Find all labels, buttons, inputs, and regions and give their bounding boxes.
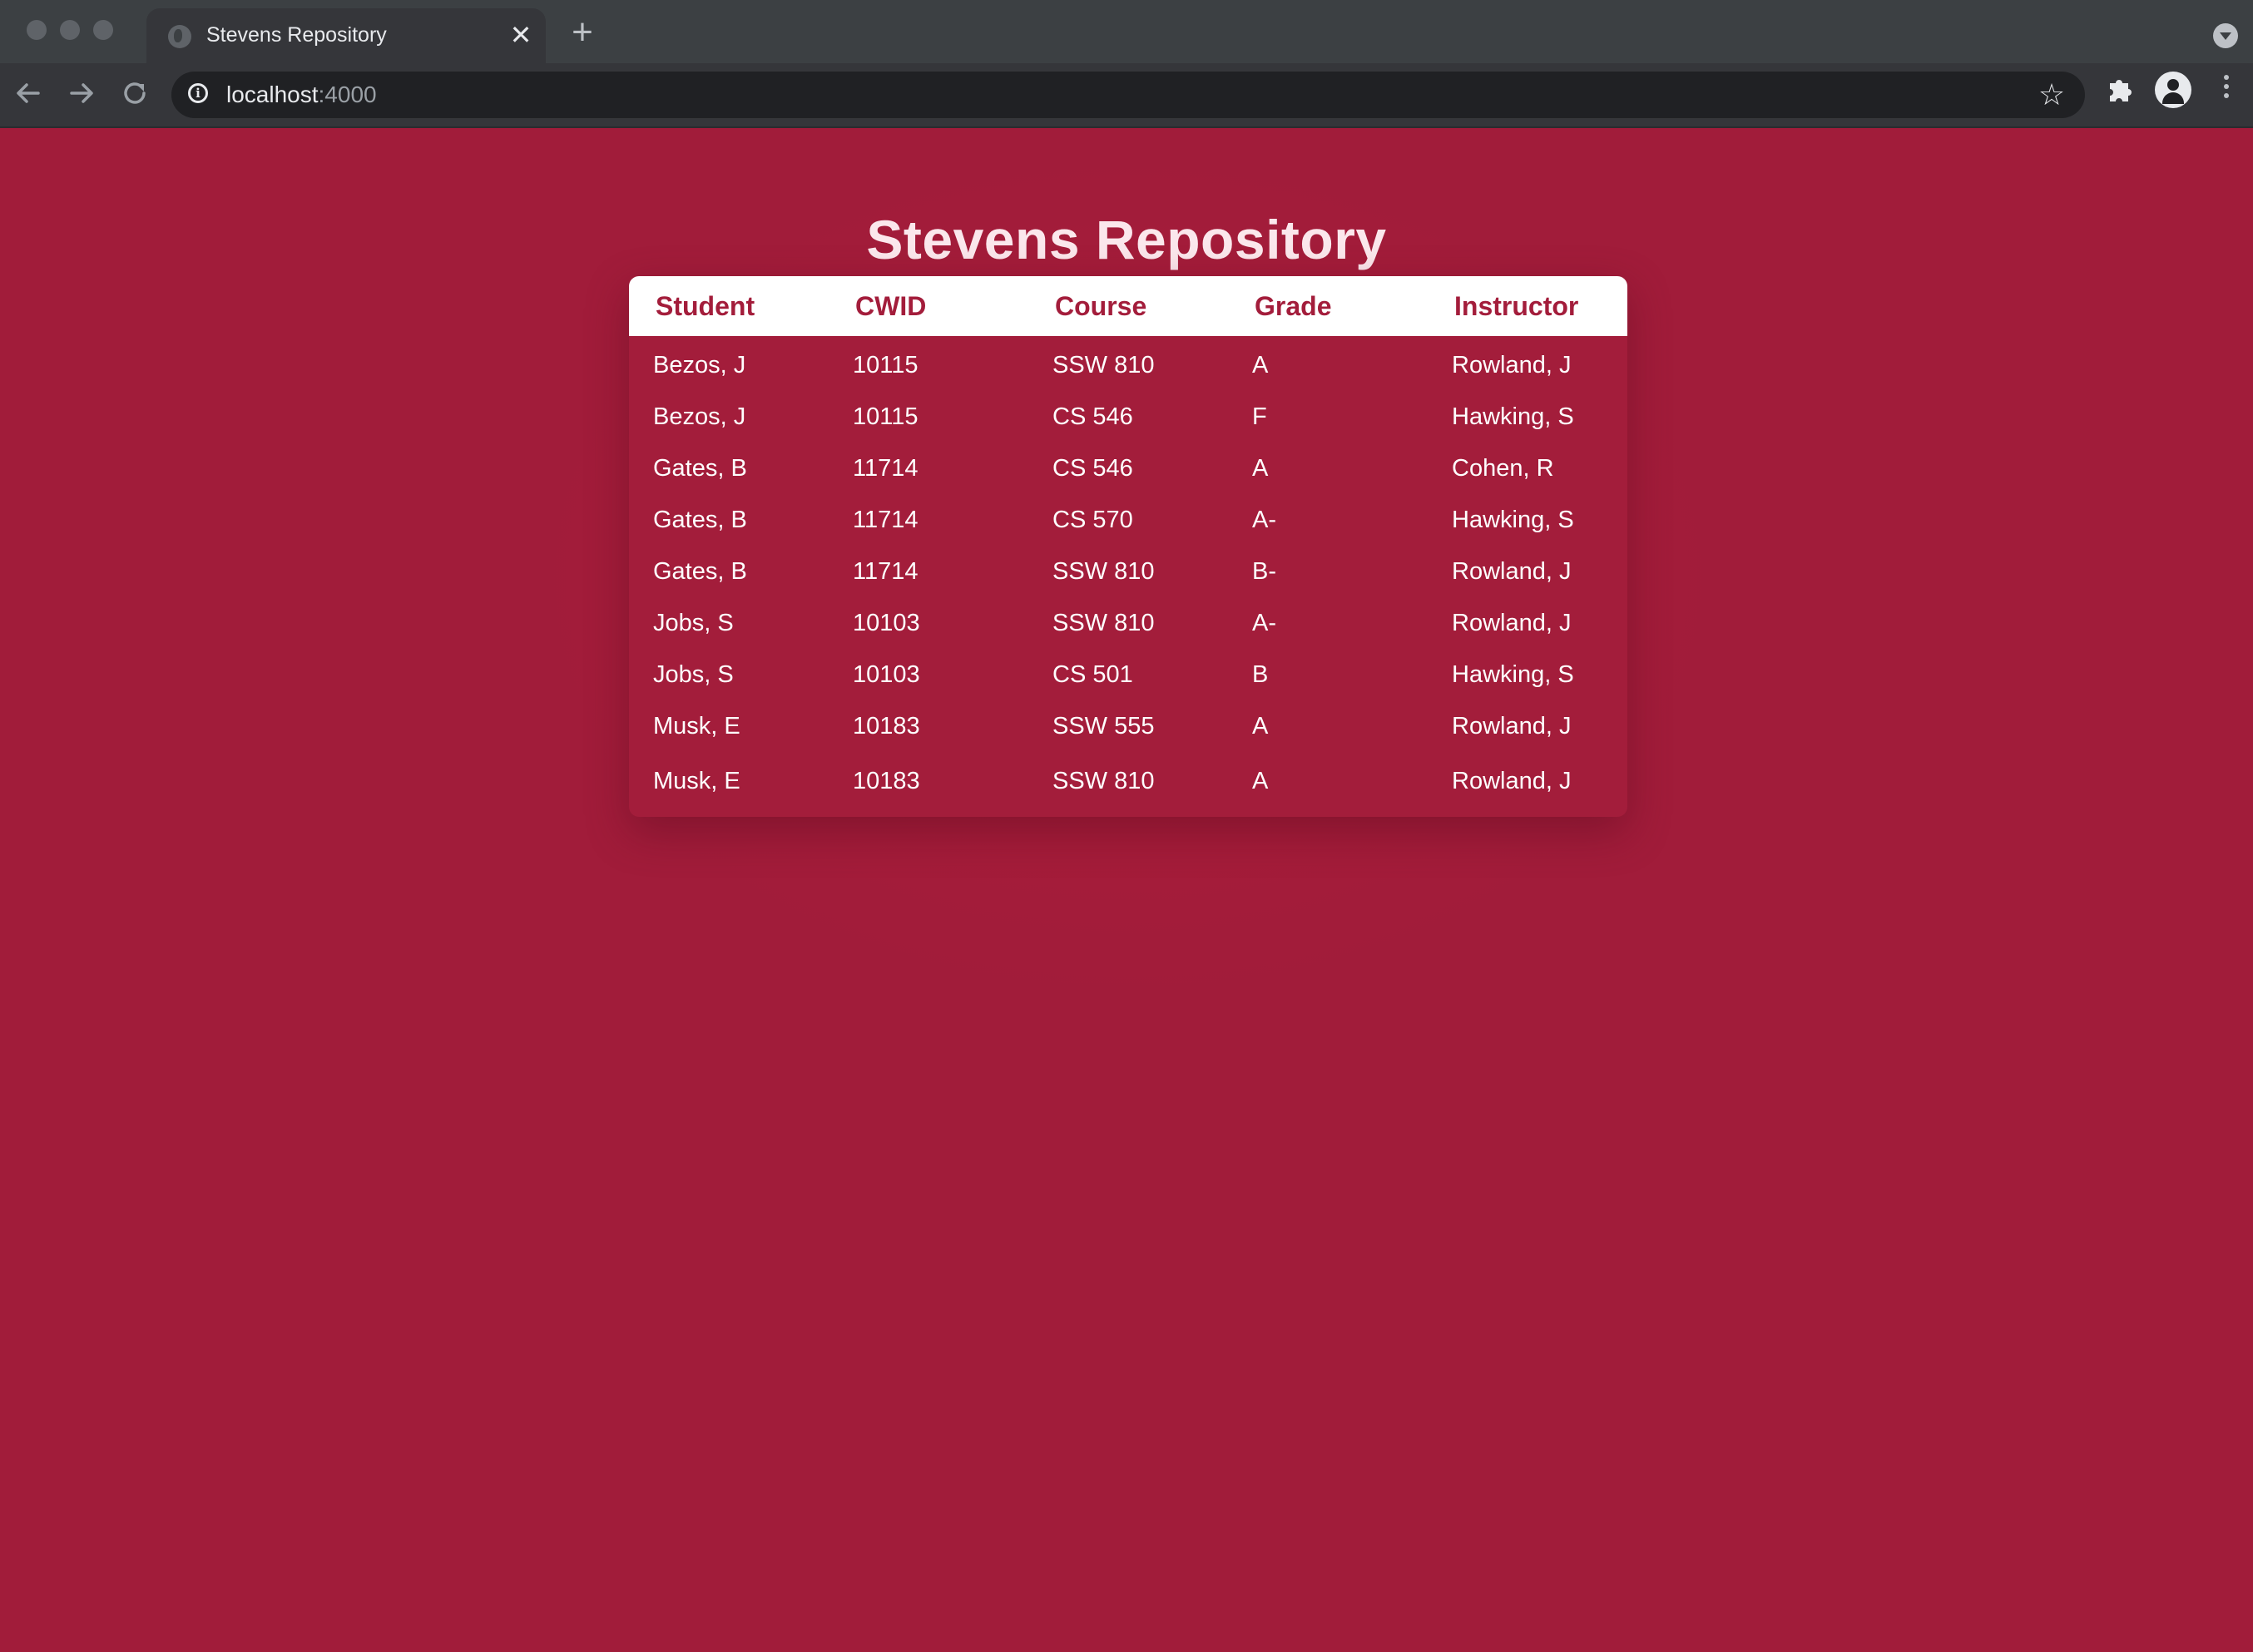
table-header-row: Student CWID Course Grade Instructor bbox=[629, 276, 1627, 336]
cell-grade: A bbox=[1252, 454, 1269, 482]
cell-cwid: 11714 bbox=[853, 506, 919, 533]
cell-instructor: Hawking, S bbox=[1452, 506, 1574, 533]
cell-course: SSW 810 bbox=[1052, 557, 1155, 585]
cell-instructor: Rowland, J bbox=[1452, 767, 1572, 794]
cell-cwid: 10183 bbox=[853, 712, 920, 739]
cell-instructor: Rowland, J bbox=[1452, 609, 1572, 636]
kebab-menu-icon[interactable] bbox=[2216, 75, 2236, 105]
star-icon[interactable]: ☆ bbox=[2035, 78, 2068, 111]
cell-student: Jobs, S bbox=[653, 660, 734, 688]
forward-button[interactable] bbox=[63, 75, 100, 111]
cell-student: Musk, E bbox=[653, 767, 740, 794]
cell-cwid: 10103 bbox=[853, 609, 920, 636]
reload-button[interactable] bbox=[116, 75, 153, 111]
cell-instructor: Rowland, J bbox=[1452, 557, 1572, 585]
profile-icon[interactable] bbox=[2155, 72, 2191, 108]
cell-course: CS 570 bbox=[1052, 506, 1133, 533]
table-row: Musk, E 10183 SSW 810 A Rowland, J bbox=[629, 752, 1627, 817]
cell-course: CS 546 bbox=[1052, 403, 1133, 430]
cell-cwid: 11714 bbox=[853, 454, 919, 482]
cell-grade: B bbox=[1252, 660, 1269, 688]
table-row: Jobs, S 10103 CS 501 B Hawking, S bbox=[629, 649, 1627, 700]
page-content: Stevens Repository Student CWID Course G… bbox=[0, 128, 2253, 1652]
cell-course: SSW 810 bbox=[1052, 351, 1155, 378]
cell-student: Musk, E bbox=[653, 712, 740, 739]
cell-course: SSW 810 bbox=[1052, 609, 1155, 636]
cell-grade: A bbox=[1252, 351, 1269, 378]
cell-course: SSW 810 bbox=[1052, 767, 1155, 794]
cell-student: Gates, B bbox=[653, 557, 747, 585]
profile-shoulders bbox=[2162, 92, 2184, 104]
url-text[interactable]: localhost:4000 bbox=[226, 82, 377, 108]
table-row: Gates, B 11714 CS 546 A Cohen, R bbox=[629, 443, 1627, 494]
column-header-instructor: Instructor bbox=[1428, 276, 1627, 336]
close-icon[interactable]: ✕ bbox=[508, 22, 534, 48]
cell-grade: A- bbox=[1252, 506, 1276, 533]
cell-cwid: 10103 bbox=[853, 660, 920, 688]
window-close-control[interactable] bbox=[27, 20, 47, 40]
tab-title: Stevens Repository bbox=[206, 23, 387, 47]
browser-tab[interactable]: Stevens Repository ✕ bbox=[146, 8, 546, 63]
browser-tab-strip: Stevens Repository ✕ + bbox=[0, 0, 2253, 63]
cell-grade: B- bbox=[1252, 557, 1276, 585]
address-bar[interactable]: i localhost:4000 ☆ bbox=[171, 72, 2085, 118]
cell-student: Gates, B bbox=[653, 454, 747, 482]
column-header-course: Course bbox=[1028, 276, 1228, 336]
table-row: Jobs, S 10103 SSW 810 A- Rowland, J bbox=[629, 597, 1627, 649]
table-row: Bezos, J 10115 CS 546 F Hawking, S bbox=[629, 391, 1627, 443]
profile-head bbox=[2167, 79, 2179, 91]
cell-cwid: 11714 bbox=[853, 557, 919, 585]
url-host: localhost bbox=[226, 82, 319, 107]
cell-instructor: Rowland, J bbox=[1452, 351, 1572, 378]
cell-instructor: Rowland, J bbox=[1452, 712, 1572, 739]
table-row: Gates, B 11714 CS 570 A- Hawking, S bbox=[629, 494, 1627, 546]
tab-search-icon[interactable] bbox=[2213, 23, 2238, 48]
cell-course: CS 501 bbox=[1052, 660, 1133, 688]
column-header-grade: Grade bbox=[1228, 276, 1428, 336]
arrow-right-icon bbox=[70, 83, 93, 103]
url-port: :4000 bbox=[318, 82, 377, 107]
cell-cwid: 10115 bbox=[853, 403, 919, 430]
table-row: Gates, B 11714 SSW 810 B- Rowland, J bbox=[629, 546, 1627, 597]
cell-student: Bezos, J bbox=[653, 403, 746, 430]
reload-icon bbox=[124, 82, 146, 104]
cell-grade: A- bbox=[1252, 609, 1276, 636]
arrow-left-icon bbox=[17, 83, 40, 103]
cell-grade: F bbox=[1252, 403, 1267, 430]
cell-course: CS 546 bbox=[1052, 454, 1133, 482]
cell-cwid: 10183 bbox=[853, 767, 920, 794]
new-tab-button[interactable]: + bbox=[566, 14, 599, 51]
page-title: Stevens Repository bbox=[866, 209, 1387, 271]
cell-student: Gates, B bbox=[653, 506, 747, 533]
globe-icon bbox=[168, 25, 191, 48]
info-icon[interactable]: i bbox=[188, 83, 208, 103]
cell-student: Bezos, J bbox=[653, 351, 746, 378]
cell-instructor: Cohen, R bbox=[1452, 454, 1554, 482]
column-header-cwid: CWID bbox=[829, 276, 1028, 336]
repository-table: Student CWID Course Grade Instructor Bez… bbox=[629, 276, 1627, 817]
back-button[interactable] bbox=[10, 75, 47, 111]
window-minimize-control[interactable] bbox=[60, 20, 80, 40]
cell-cwid: 10115 bbox=[853, 351, 919, 378]
cell-student: Jobs, S bbox=[653, 609, 734, 636]
window-zoom-control[interactable] bbox=[93, 20, 113, 40]
cell-grade: A bbox=[1252, 767, 1269, 794]
column-header-student: Student bbox=[629, 276, 829, 336]
cell-grade: A bbox=[1252, 712, 1269, 739]
browser-toolbar: i localhost:4000 ☆ bbox=[0, 63, 2253, 128]
table-row: Musk, E 10183 SSW 555 A Rowland, J bbox=[629, 700, 1627, 752]
cell-course: SSW 555 bbox=[1052, 712, 1155, 739]
cell-instructor: Hawking, S bbox=[1452, 660, 1574, 688]
cell-instructor: Hawking, S bbox=[1452, 403, 1574, 430]
table-row: Bezos, J 10115 SSW 810 A Rowland, J bbox=[629, 336, 1627, 391]
puzzle-icon[interactable] bbox=[2102, 72, 2138, 108]
